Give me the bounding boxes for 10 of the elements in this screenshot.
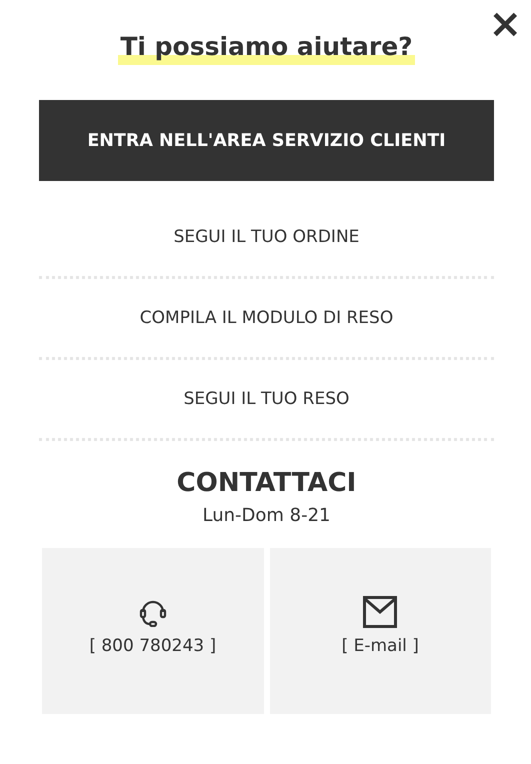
contact-option[interactable]: [ 800 780243 ] xyxy=(42,548,264,714)
close-button[interactable]: × xyxy=(486,4,524,44)
contact-heading: CONTATTACI xyxy=(176,467,358,499)
envelope-icon xyxy=(363,596,398,628)
contact-option[interactable]: [ E-mail ] xyxy=(270,548,491,714)
menu-link[interactable]: SEGUI IL TUO RESO xyxy=(184,389,350,409)
opening-hours: Lun-Dom 8-21 xyxy=(201,505,332,526)
menu-link[interactable]: SEGUI IL TUO ORDINE xyxy=(174,227,360,247)
customer-area-button[interactable]: ENTRA NELL'AREA SERVIZIO CLIENTI xyxy=(39,100,494,181)
menu-link[interactable]: COMPILA IL MODULO DI RESO xyxy=(140,308,394,328)
